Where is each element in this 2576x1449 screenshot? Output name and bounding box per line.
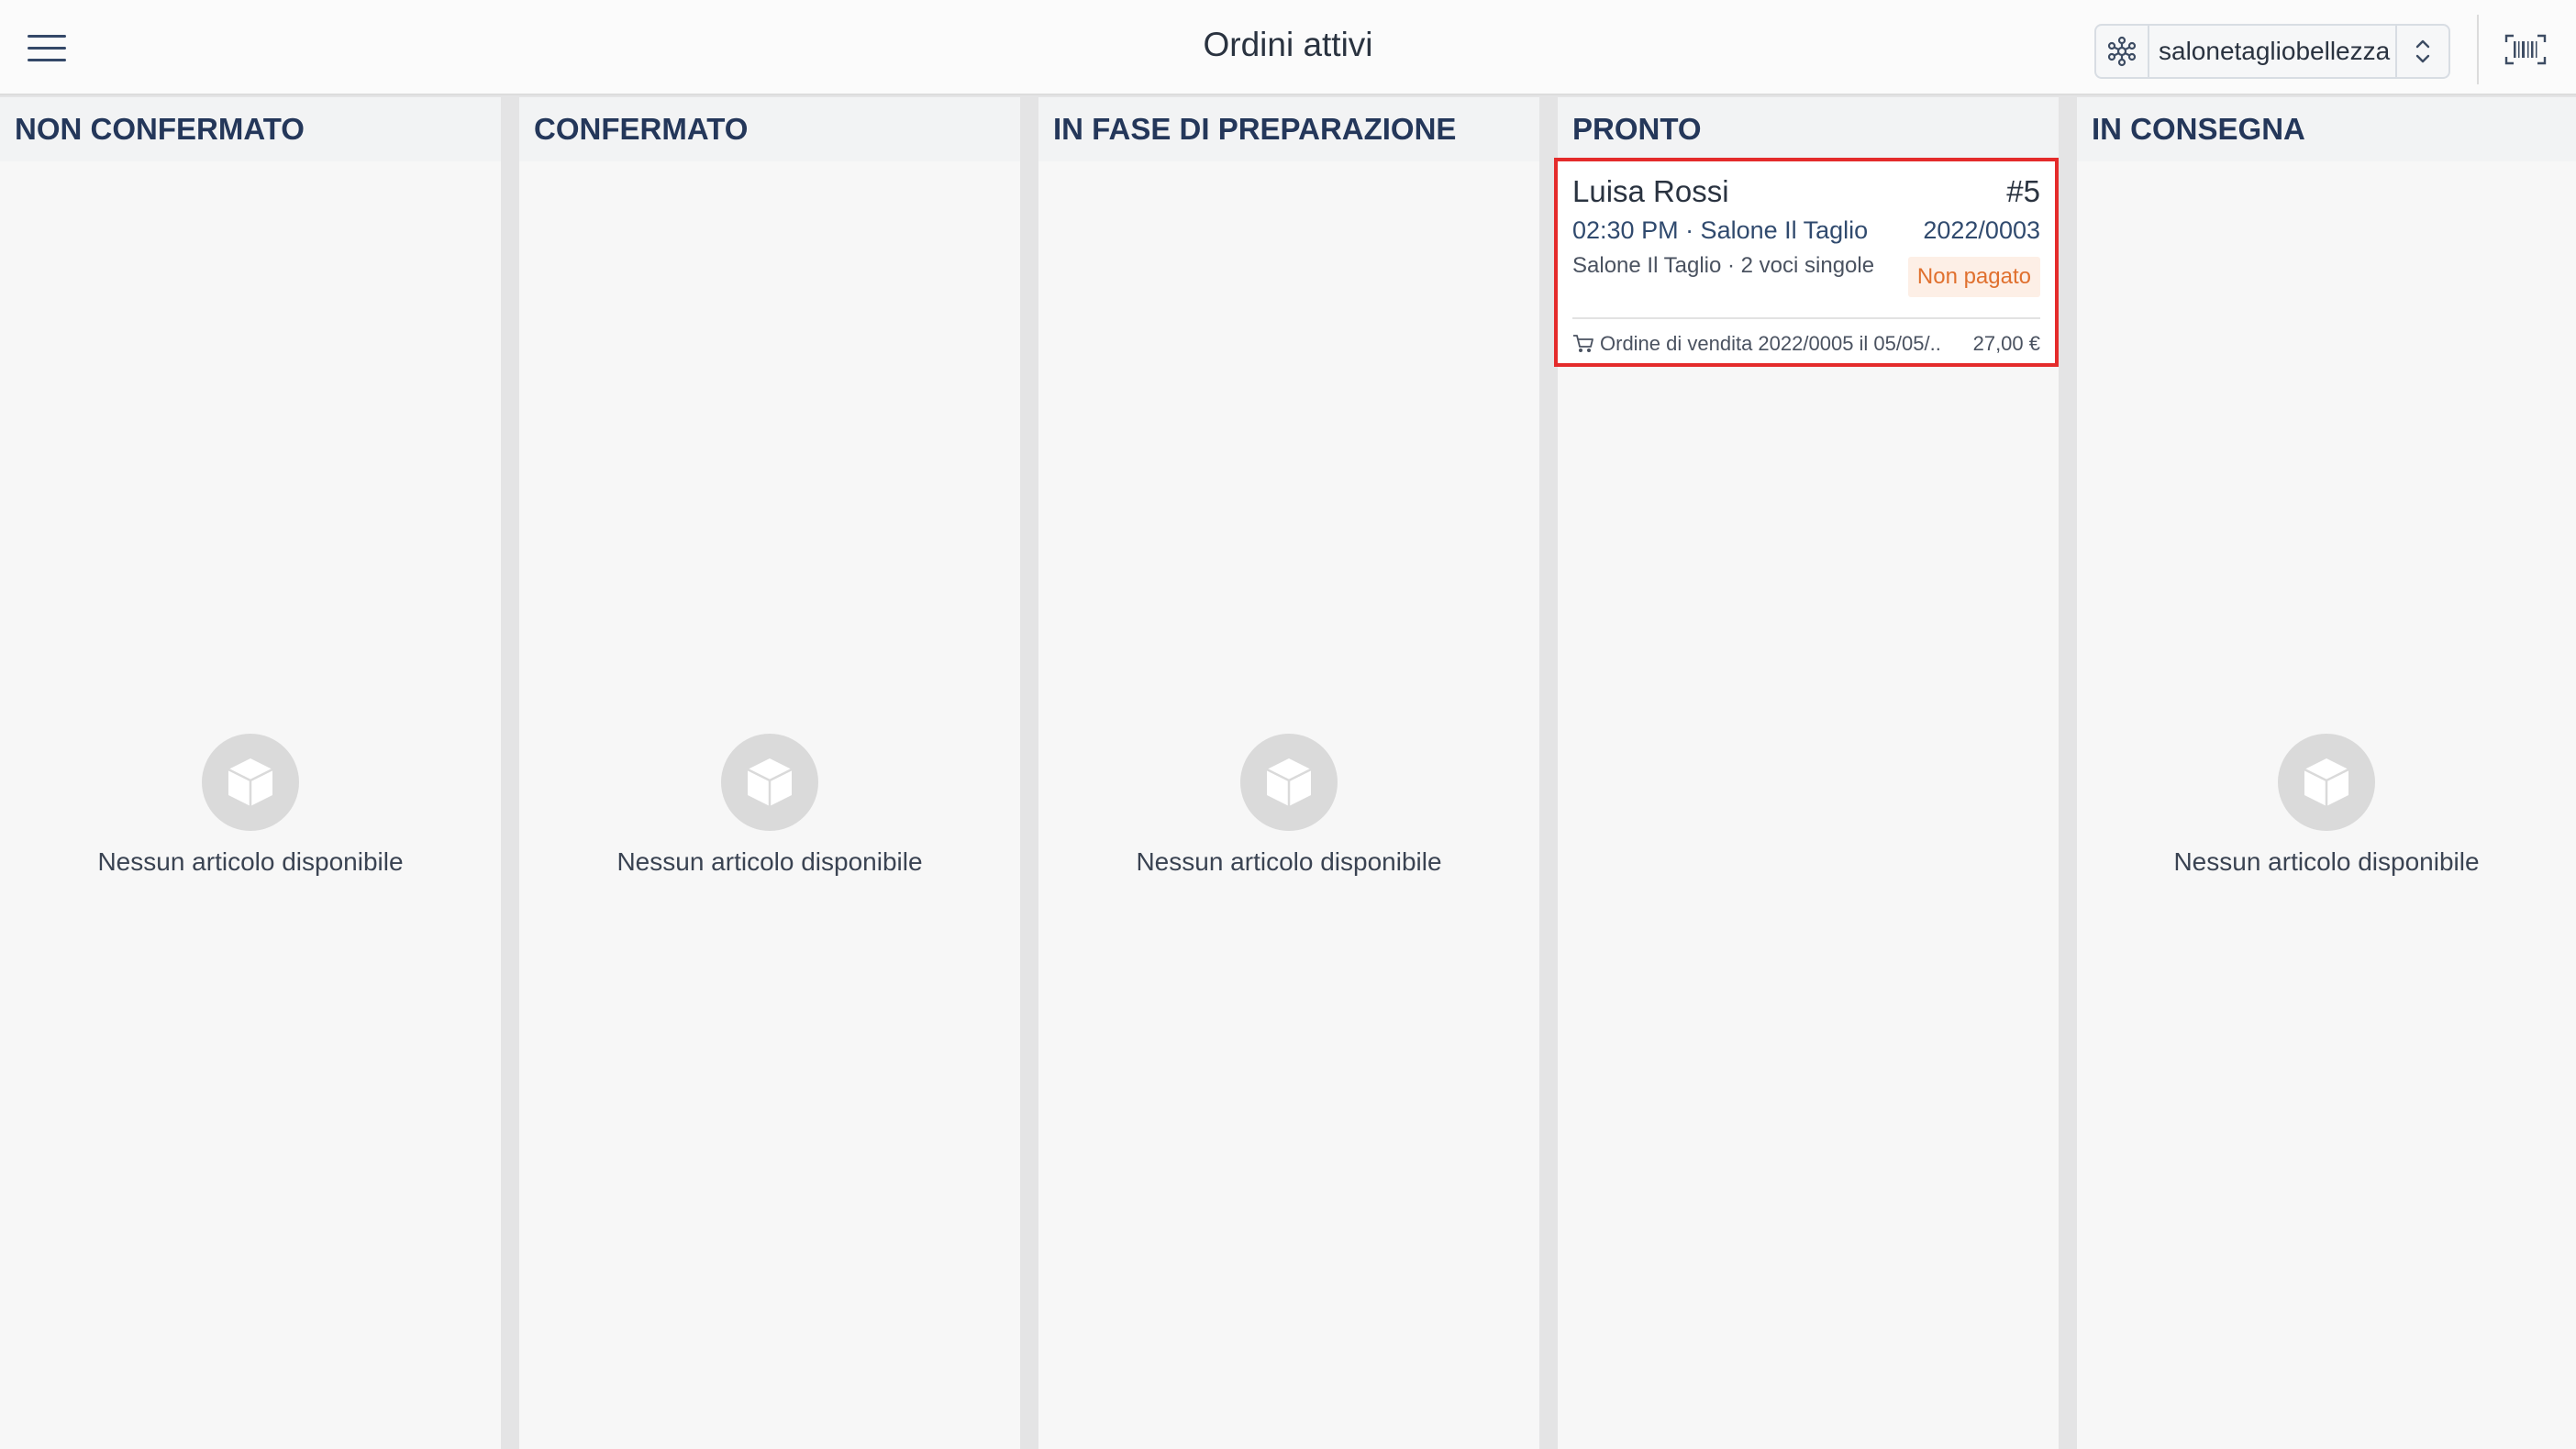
order-customer: Luisa Rossi: [1572, 174, 1729, 208]
empty-state: Nessun articolo disponibile: [1038, 734, 1539, 877]
cart-icon: [1572, 334, 1594, 354]
empty-text: Nessun articolo disponibile: [97, 847, 404, 876]
store-selector[interactable]: salonetagliobellezza: [2094, 24, 2450, 79]
store-name: salonetagliobellezza: [2159, 37, 2391, 65]
store-icon: [2096, 26, 2149, 77]
empty-box-icon: [2278, 734, 2375, 831]
empty-box-icon: [202, 734, 299, 831]
column-in-preparazione: IN FASE DI PREPARAZIONE Nessun articolo …: [1038, 97, 1539, 1449]
top-bar: Ordini attivi salonetagliobellezza: [0, 0, 2576, 95]
header-divider: [2477, 15, 2479, 84]
order-total: 27,00 €: [1972, 332, 2040, 355]
empty-box-icon: [1240, 734, 1338, 831]
empty-text: Nessun articolo disponibile: [616, 847, 923, 876]
order-reference: 2022/0003: [1923, 216, 2040, 244]
order-card[interactable]: Luisa Rossi #5 02:30 PM · Salone Il Tagl…: [1554, 158, 2059, 367]
column-in-consegna: IN CONSEGNA Nessun articolo disponibile: [2077, 97, 2576, 1449]
order-number: #5: [2006, 174, 2040, 208]
chevron-updown-icon[interactable]: [2395, 26, 2448, 77]
empty-state: Nessun articolo disponibile: [2077, 734, 2576, 877]
empty-text: Nessun articolo disponibile: [2173, 847, 2480, 876]
empty-state: Nessun articolo disponibile: [0, 734, 501, 877]
empty-state: Nessun articolo disponibile: [519, 734, 1020, 877]
column-non-confermato: NON CONFERMATO Nessun articolo disponibi…: [0, 97, 501, 1449]
column-confermato: CONFERMATO Nessun articolo disponibile: [519, 97, 1020, 1449]
payment-status-badge: Non pagato: [1907, 257, 2040, 297]
kanban-board: NON CONFERMATO Nessun articolo disponibi…: [0, 97, 2576, 1449]
column-title: CONFERMATO: [519, 97, 1020, 161]
order-time-location: 02:30 PM · Salone Il Taglio: [1572, 216, 1869, 244]
empty-box-icon: [721, 734, 818, 831]
column-title: NON CONFERMATO: [0, 97, 501, 161]
sales-order-ref: Ordine di vendita 2022/0005 il 05/05/..: [1600, 332, 1941, 355]
empty-text: Nessun articolo disponibile: [1136, 847, 1442, 876]
divider: [1572, 317, 2040, 319]
column-title: IN CONSEGNA: [2077, 97, 2576, 161]
column-title: IN FASE DI PREPARAZIONE: [1038, 97, 1539, 161]
order-footer: Ordine di vendita 2022/0005 il 05/05/..: [1572, 332, 1941, 356]
column-title: PRONTO: [1558, 97, 2059, 161]
order-details: Salone Il Taglio · 2 voci singole: [1572, 253, 1875, 278]
barcode-icon[interactable]: [2504, 33, 2547, 66]
